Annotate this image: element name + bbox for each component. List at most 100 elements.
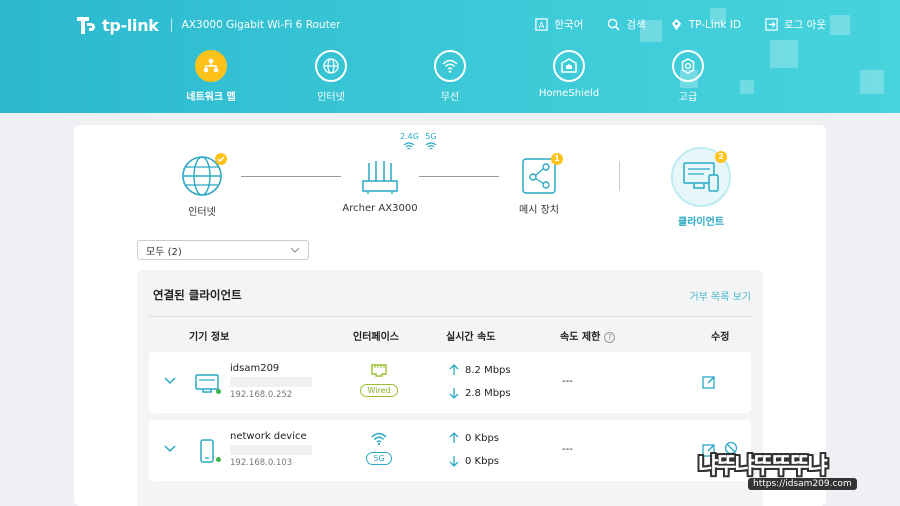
network-map-icon	[203, 58, 219, 73]
nav-wireless[interactable]: 무선	[400, 50, 500, 103]
search-label: 검색	[626, 19, 646, 31]
download-speed-value: 2.8 Mbps	[465, 387, 511, 399]
device-mac-redacted	[230, 445, 312, 455]
chevron-down-icon	[290, 247, 300, 253]
upload-speed-value: 0 Kbps	[465, 432, 500, 444]
chevron-down-icon[interactable]	[164, 377, 176, 385]
table-row: network device 192.168.0.103 5G 0 Kbps 0…	[149, 420, 751, 481]
device-mac-redacted	[230, 377, 312, 387]
topology-link	[419, 176, 499, 177]
top-links: A 한국어 검색 TP-Link ID 로그 아웃	[535, 17, 826, 32]
upload-speed-value: 8.2 Mbps	[465, 364, 511, 376]
download-speed-value: 0 Kbps	[465, 455, 500, 467]
tplink-logo[interactable]: tp-link AX3000 Gigabit Wi-Fi 6 Router	[74, 13, 340, 37]
main-nav: 네트워크 맵 인터넷 무선 HomeShield 고급	[0, 50, 900, 110]
nav-label: 네트워크 맵	[186, 92, 236, 103]
speed-limit: ---	[562, 376, 573, 387]
band-5-label: 5G	[425, 132, 437, 141]
ethernet-icon	[371, 364, 387, 377]
svg-text:A: A	[539, 20, 545, 30]
filter-value: 모두 (2)	[146, 246, 182, 258]
panel-title: 연결된 클라이언트	[153, 288, 242, 302]
online-status-dot	[216, 389, 221, 394]
help-icon[interactable]: ?	[604, 331, 616, 343]
tplink-id-label: TP-Link ID	[688, 18, 742, 31]
col-limit-label: 속도 제한	[560, 332, 601, 343]
topology-router-label: Archer AX3000	[342, 203, 418, 214]
language-link[interactable]: A 한국어	[535, 17, 583, 32]
connected-clients-panel: 연결된 클라이언트 거부 목록 보기 기기 정보 인터페이스 실시간 속도 속도…	[137, 270, 763, 506]
speed-limit: ---	[562, 444, 573, 455]
topology-mesh-label: 메시 장치	[519, 205, 559, 216]
col-device-header: 기기 정보	[189, 332, 230, 343]
mesh-count-badge: 1	[551, 153, 563, 165]
topology-clients-label: 클라이언트	[678, 217, 724, 228]
arrow-down-icon	[449, 456, 459, 467]
language-label: 한국어	[554, 19, 584, 31]
check-badge-icon	[215, 153, 227, 165]
chevron-down-icon[interactable]	[164, 445, 176, 453]
online-status-dot	[216, 457, 221, 462]
topology-clients[interactable]: 2 클라이언트	[666, 147, 736, 228]
nav-internet[interactable]: 인터넷	[281, 50, 381, 103]
band-24-label: 2.4G	[400, 132, 419, 141]
header-bar: tp-link AX3000 Gigabit Wi-Fi 6 Router A …	[0, 0, 900, 113]
interface-badge: 5G	[366, 452, 392, 465]
gear-icon	[681, 58, 695, 74]
homeshield-icon	[561, 58, 577, 73]
nav-label: 고급	[678, 92, 698, 103]
topology-router[interactable]: Archer AX3000	[340, 159, 420, 214]
topology-link	[241, 176, 341, 177]
topology-separator	[619, 161, 620, 191]
brand-name: tp-link	[102, 15, 159, 35]
upload-speed: 0 Kbps	[449, 432, 499, 444]
col-limit-header: 속도 제한?	[560, 328, 616, 343]
nav-circle	[672, 50, 704, 82]
watermark-text: 냐뚜냐뚜뚜뚜냐	[698, 454, 828, 479]
logout-link[interactable]: 로그 아웃	[765, 17, 826, 32]
wifi-icon	[425, 142, 437, 150]
clients-icon	[683, 162, 719, 192]
nav-circle	[315, 50, 347, 82]
search-link[interactable]: 검색	[607, 17, 646, 32]
interface-cell: Wired	[359, 362, 399, 397]
tplink-id-icon	[671, 18, 681, 31]
band-5: 5G	[425, 132, 437, 151]
mesh-node-icon-wrap: 1	[521, 153, 563, 195]
interface-badge: Wired	[360, 384, 398, 397]
upload-speed: 8.2 Mbps	[449, 364, 511, 376]
topology-internet[interactable]: 인터넷	[172, 153, 232, 218]
nav-network-map[interactable]: 네트워크 맵	[161, 50, 261, 103]
clients-count-badge: 2	[715, 151, 727, 163]
blocklist-link[interactable]: 거부 목록 보기	[689, 288, 751, 303]
topology-mesh[interactable]: 1 메시 장치	[509, 153, 569, 216]
nav-circle	[434, 50, 466, 82]
network-topology: 인터넷 2.4G 5G Archer AX3000 1 메시 장치 2 클라이언…	[74, 125, 826, 235]
wifi-icon	[442, 59, 458, 73]
edit-icon[interactable]	[702, 375, 716, 389]
router-node-icon-wrap	[360, 159, 400, 197]
router-model: AX3000 Gigabit Wi-Fi 6 Router	[181, 19, 341, 31]
nav-homeshield[interactable]: HomeShield	[519, 50, 619, 99]
panel-divider	[149, 316, 751, 317]
nav-label: 무선	[440, 92, 460, 103]
watermark-url: https://idsam209.com	[748, 478, 857, 490]
router-icon	[362, 161, 398, 194]
tplink-id-link[interactable]: TP-Link ID	[670, 17, 741, 32]
col-speed-header: 실시간 속도	[446, 332, 496, 343]
tplink-logo-icon	[77, 17, 95, 34]
col-edit-header: 수정	[711, 332, 730, 343]
search-icon	[608, 18, 620, 31]
nav-circle	[553, 50, 585, 82]
device-name: idsam209	[230, 363, 280, 374]
table-row: idsam209 192.168.0.252 Wired 8.2 Mbps 2.…	[149, 352, 751, 413]
client-filter-select[interactable]: 모두 (2)	[137, 240, 309, 260]
topology-internet-label: 인터넷	[188, 207, 216, 218]
nav-advanced[interactable]: 고급	[638, 50, 738, 103]
clients-node-icon-wrap: 2	[671, 147, 731, 207]
device-ip: 192.168.0.252	[230, 390, 293, 400]
nav-label: 인터넷	[317, 92, 345, 103]
language-icon: A	[535, 18, 549, 31]
site-watermark: 냐뚜냐뚜뚜뚜냐 https://idsam209.com	[698, 448, 888, 498]
device-name: network device	[230, 431, 307, 442]
